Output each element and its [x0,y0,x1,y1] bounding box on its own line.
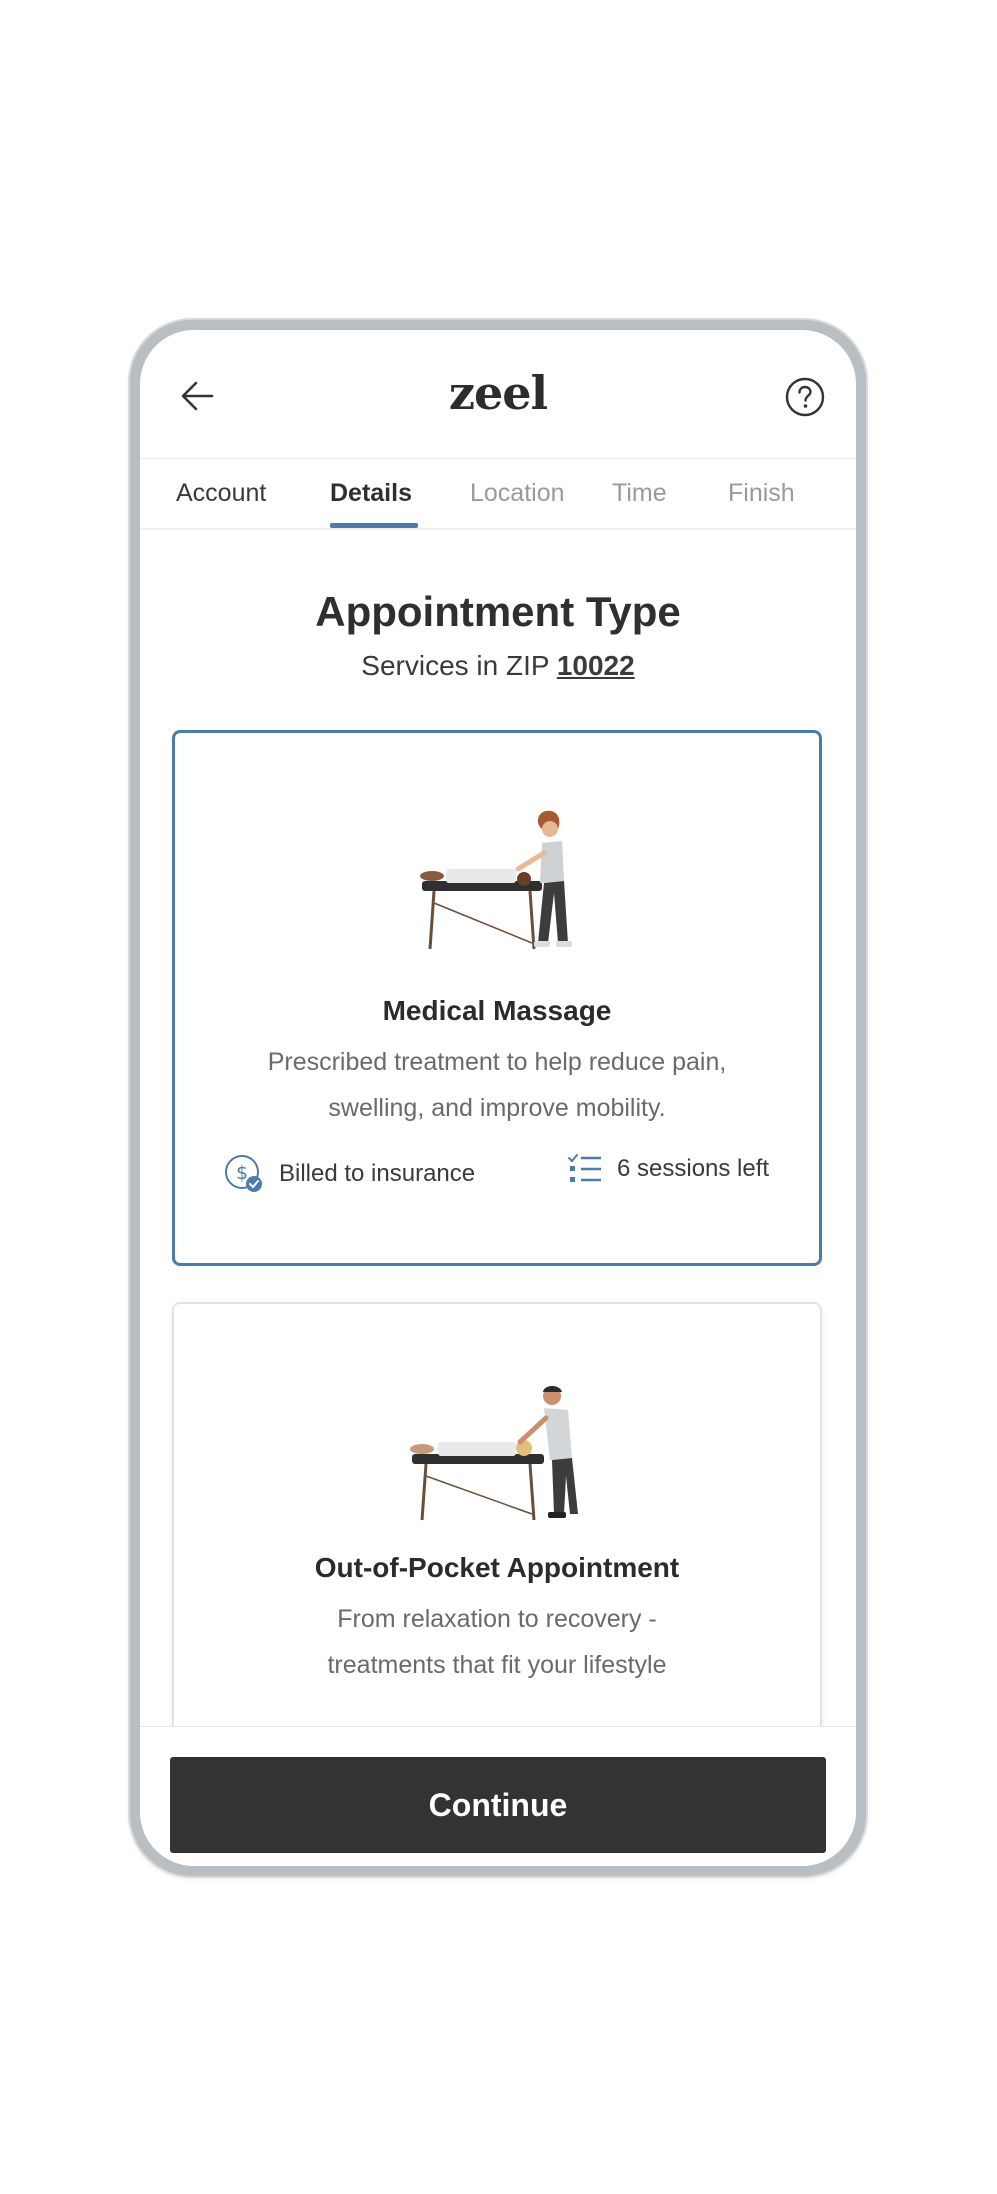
card-description-line-2: swelling, and improve mobility. [328,1094,666,1122]
page-title: Appointment Type [315,588,681,635]
tab-details[interactable]: Details [330,479,412,508]
zeel-logo: zeel [448,366,548,420]
out-of-pocket-card[interactable]: Out-of-Pocket Appointment From relaxatio… [172,1302,822,1742]
card-description-line-1: From relaxation to recovery - [337,1605,657,1633]
card-title: Out-of-Pocket Appointment [314,1552,680,1583]
insurance-dollar-icon: $ [225,1155,262,1192]
active-tab-indicator [330,523,418,528]
billing-info: $ Billed to insurance [223,1153,475,1195]
svg-text:$: $ [236,1162,248,1184]
tab-location[interactable]: Location [470,479,565,508]
tab-finish[interactable]: Finish [728,479,795,508]
sessions-label: 6 sessions left [617,1155,770,1182]
bottom-action-bar: Continue [140,1726,856,1866]
page-subtitle: Services in ZIP 10022 [140,650,856,682]
help-icon[interactable] [784,376,826,418]
continue-button[interactable]: Continue [170,1757,826,1853]
zip-link[interactable]: 10022 [557,650,635,681]
billing-label: Billed to insurance [279,1160,476,1187]
tab-account[interactable]: Account [176,479,266,508]
massage-therapist-illustration [410,1386,578,1521]
massage-therapist-illustration [420,810,572,950]
phone-frame: zeel Account Details Location Time Finis… [130,320,866,1876]
subtitle-prefix: Services in ZIP [361,650,557,681]
sessions-info: 6 sessions left [567,1153,769,1185]
app-screen: zeel Account Details Location Time Finis… [140,330,856,1866]
top-bar: zeel [140,330,856,458]
medical-massage-card[interactable]: Medical Massage Prescribed treatment to … [172,730,822,1266]
step-tabs: Account Details Location Time Finish [140,458,856,530]
tab-time[interactable]: Time [612,479,667,508]
card-description-line-2: treatments that fit your lifestyle [327,1651,667,1679]
checklist-icon [568,1154,601,1182]
card-title: Medical Massage [382,995,612,1026]
card-description-line-1: Prescribed treatment to help reduce pain… [267,1048,727,1076]
